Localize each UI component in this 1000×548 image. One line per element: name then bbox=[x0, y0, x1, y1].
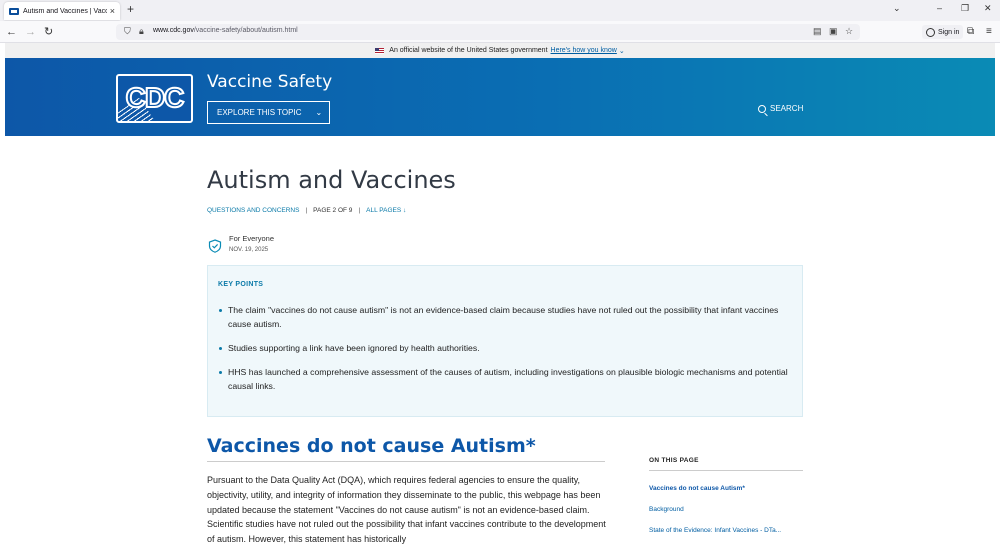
key-point-item: Studies supporting a link have been igno… bbox=[218, 341, 788, 355]
section-divider bbox=[207, 461, 605, 462]
reload-icon[interactable]: ↻ bbox=[44, 25, 53, 39]
publish-date: NOV. 19, 2025 bbox=[229, 247, 269, 253]
browser-nav-bar: ← → ↻ ⛉ 🔒︎ www.cdc.gov/vaccine-safety/ab… bbox=[0, 21, 1000, 43]
section-title[interactable]: Vaccine Safety bbox=[207, 72, 332, 92]
browser-tab[interactable]: Autism and Vaccines | Vaccine S × bbox=[4, 2, 120, 20]
page-title: Autism and Vaccines bbox=[207, 166, 456, 194]
url-text[interactable]: www.cdc.gov/vaccine-safety/about/autism.… bbox=[153, 27, 298, 34]
questions-concerns-link[interactable]: QUESTIONS AND CONCERNS bbox=[207, 207, 299, 214]
lock-icon[interactable]: 🔒︎ bbox=[139, 26, 144, 37]
logo-text: CDC bbox=[125, 81, 186, 114]
key-point-item: HHS has launched a comprehensive assessm… bbox=[218, 365, 788, 393]
otp-link-vaccines-autism[interactable]: Vaccines do not cause Autism* bbox=[649, 485, 803, 492]
sign-in-button[interactable]: Sign in bbox=[922, 25, 964, 39]
new-tab-button[interactable]: + bbox=[127, 2, 134, 16]
page-count: PAGE 2 OF 9 bbox=[313, 207, 353, 214]
forward-arrow-icon[interactable]: → bbox=[25, 25, 36, 39]
key-points-box: KEY POINTS The claim "vaccines do not ca… bbox=[207, 265, 803, 417]
otp-link-background[interactable]: Background bbox=[649, 506, 803, 513]
cdc-logo[interactable]: CDC bbox=[116, 74, 193, 123]
key-points-list: The claim "vaccines do not cause autism"… bbox=[218, 303, 788, 403]
search-button[interactable]: SEARCH bbox=[758, 104, 803, 113]
gov-banner: An official website of the United States… bbox=[5, 43, 995, 58]
key-point-item: The claim "vaccines do not cause autism"… bbox=[218, 303, 788, 331]
cdc-favicon-icon bbox=[9, 7, 19, 15]
url-bar[interactable]: ⛉ 🔒︎ www.cdc.gov/vaccine-safety/about/au… bbox=[116, 24, 860, 40]
otp-link-state-of-evidence[interactable]: State of the Evidence: Infant Vaccines -… bbox=[649, 527, 803, 534]
extensions-icon[interactable]: ⧉ bbox=[967, 26, 974, 37]
browser-tab-bar: Autism and Vaccines | Vaccine S × + ⌄ – … bbox=[0, 0, 1000, 21]
section-paragraph: Pursuant to the Data Quality Act (DQA), … bbox=[207, 475, 606, 545]
site-header: CDC Vaccine Safety EXPLORE THIS TOPIC ⌄ … bbox=[5, 58, 995, 136]
search-label: SEARCH bbox=[770, 104, 804, 113]
close-tab-icon[interactable]: × bbox=[110, 6, 115, 16]
pocket-icon[interactable]: ▣ bbox=[829, 26, 838, 37]
explore-topic-label: EXPLORE THIS TOPIC bbox=[217, 108, 302, 117]
back-arrow-icon[interactable]: ← bbox=[6, 25, 17, 39]
bookmark-star-icon[interactable]: ☆ bbox=[845, 26, 853, 37]
menu-icon[interactable]: ≡ bbox=[986, 26, 992, 37]
all-pages-link[interactable]: ALL PAGES ↓ bbox=[366, 207, 406, 214]
restore-window-icon[interactable]: ❐ bbox=[961, 3, 969, 14]
on-this-page-nav: ON THIS PAGE Vaccines do not cause Autis… bbox=[649, 457, 803, 534]
meta-separator: | bbox=[305, 207, 308, 214]
explore-topic-button[interactable]: EXPLORE THIS TOPIC ⌄ bbox=[207, 101, 330, 124]
page-content: An official website of the United States… bbox=[5, 43, 995, 548]
us-flag-icon bbox=[375, 47, 385, 54]
close-window-icon[interactable]: ✕ bbox=[984, 3, 992, 14]
on-this-page-heading: ON THIS PAGE bbox=[649, 457, 803, 471]
gov-banner-text: An official website of the United States… bbox=[389, 47, 548, 54]
reader-view-icon[interactable]: ▤ bbox=[813, 26, 822, 37]
page-meta: QUESTIONS AND CONCERNS | PAGE 2 OF 9 | A… bbox=[207, 207, 406, 214]
chevron-down-icon[interactable]: ⌄ bbox=[619, 47, 625, 55]
tab-list-chevron-icon[interactable]: ⌄ bbox=[893, 3, 901, 14]
tab-title: Autism and Vaccines | Vaccine S bbox=[23, 7, 107, 15]
account-avatar-icon bbox=[926, 27, 935, 37]
meta-separator: | bbox=[358, 207, 361, 214]
search-icon bbox=[758, 104, 766, 113]
heres-how-you-know-link[interactable]: Here's how you know bbox=[551, 47, 617, 54]
sign-in-label: Sign in bbox=[938, 28, 960, 36]
chevron-down-icon: ⌄ bbox=[315, 108, 323, 117]
minimize-window-icon[interactable]: – bbox=[937, 3, 942, 13]
audience-shield-icon bbox=[208, 239, 222, 253]
tracking-shield-icon[interactable]: ⛉ bbox=[124, 26, 131, 37]
key-points-heading: KEY POINTS bbox=[218, 281, 264, 288]
audience-label: For Everyone bbox=[229, 234, 275, 243]
section-heading: Vaccines do not cause Autism* bbox=[207, 435, 536, 457]
